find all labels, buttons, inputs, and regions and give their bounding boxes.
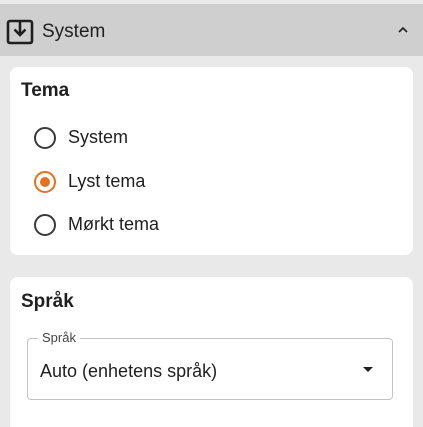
radio-button-system[interactable] — [34, 127, 56, 149]
radio-button-light-theme[interactable] — [34, 171, 56, 193]
language-card: Språk Språk Auto (enhetens språk) — [10, 277, 413, 427]
radio-label-system: System — [68, 127, 129, 147]
radio-option-light-theme[interactable]: Lyst tema — [34, 170, 394, 194]
theme-card-title: Tema — [21, 80, 70, 101]
language-card-title: Språk — [21, 291, 74, 312]
radio-label-dark-theme: Mørkt tema — [68, 214, 160, 234]
system-section-header[interactable]: System — [0, 0, 423, 56]
download-box-icon — [6, 19, 34, 45]
radio-option-system[interactable]: System — [34, 126, 394, 150]
theme-card: Tema System Lyst tema Mørkt tema — [10, 67, 413, 255]
language-select-label: Språk — [38, 330, 80, 346]
radio-label-light-theme: Lyst tema — [68, 171, 146, 191]
language-select-value: Auto (enhetens språk) — [40, 361, 218, 381]
dropdown-arrow-icon[interactable] — [363, 367, 373, 372]
radio-option-dark-theme[interactable]: Mørkt tema — [34, 213, 394, 237]
section-title: System — [42, 21, 106, 42]
language-select[interactable]: Språk Auto (enhetens språk) — [27, 330, 393, 400]
radio-button-dark-theme[interactable] — [34, 214, 56, 236]
chevron-up-icon[interactable] — [397, 24, 409, 36]
